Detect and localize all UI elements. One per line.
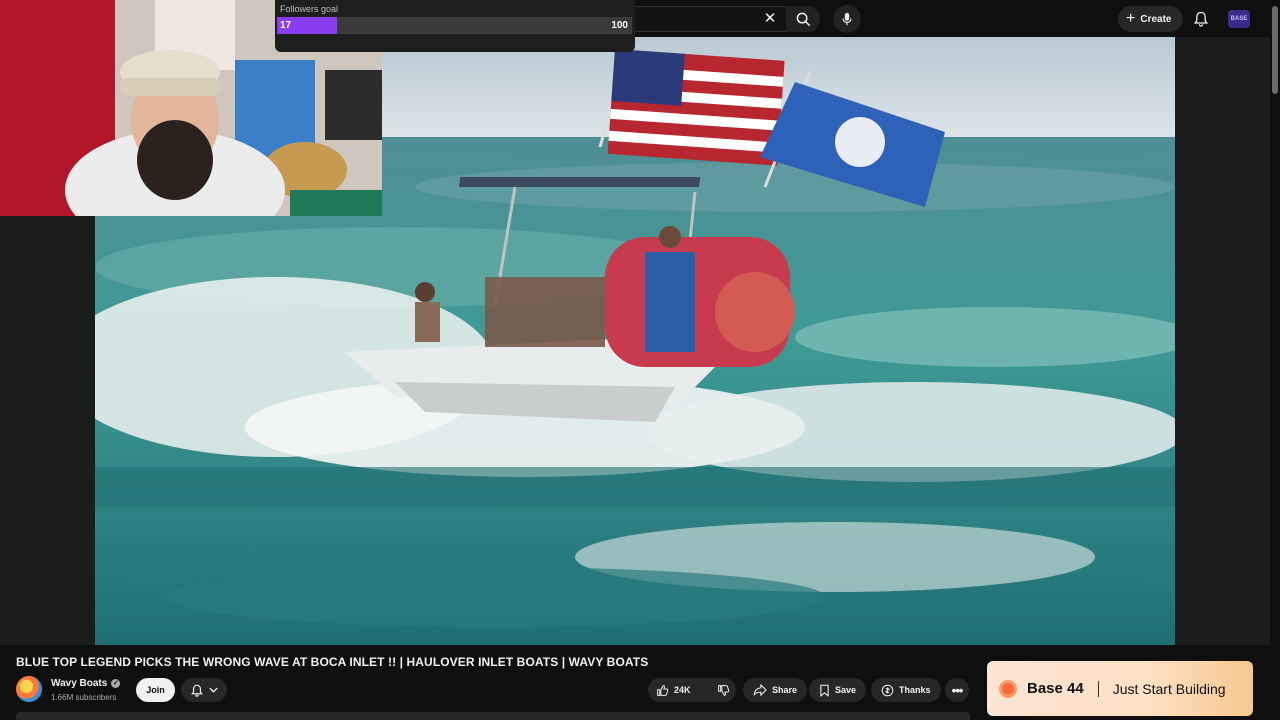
channel-name-text[interactable]: Wavy Boats (51, 678, 107, 689)
us-flag (607, 48, 785, 166)
page-scrollbar-thumb[interactable] (1272, 6, 1278, 94)
plus-icon: + (1126, 10, 1136, 27)
search-clear-icon[interactable]: ✕ (762, 9, 778, 29)
player-backdrop-right (1175, 37, 1270, 645)
followers-goal-bar (277, 17, 632, 34)
thumbs-down-icon (717, 684, 729, 696)
chevron-down-icon (208, 687, 218, 693)
brand-logo-icon (999, 679, 1017, 698)
ad-divider (1097, 680, 1099, 697)
notifications-button[interactable] (1191, 9, 1211, 29)
bell-icon (190, 684, 203, 697)
description-box[interactable] (16, 712, 970, 720)
thanks-button[interactable]: Thanks (871, 678, 941, 702)
followers-target: 100 (611, 20, 628, 31)
page-scrollbar (1270, 0, 1280, 720)
like-dislike-group: 24K (648, 678, 736, 702)
create-label: Create (1140, 13, 1172, 25)
followers-current: 17 (280, 20, 292, 31)
thumbs-up-icon (657, 684, 669, 696)
more-horizontal-icon: ••• (951, 682, 964, 698)
share-icon (753, 684, 767, 696)
bookmark-icon (820, 684, 829, 697)
like-button[interactable]: 24K (648, 678, 699, 702)
bell-icon (1194, 11, 1208, 27)
video-title: BLUE TOP LEGEND PICKS THE WRONG WAVE AT … (16, 655, 649, 669)
share-button[interactable]: Share (743, 678, 808, 702)
ad-tagline: Just Start Building (1112, 680, 1226, 697)
verified-icon: ✓ (111, 679, 121, 688)
save-label: Save (835, 685, 857, 695)
join-button[interactable]: Join (136, 678, 175, 702)
dislike-button[interactable] (709, 678, 738, 702)
subscription-notification-button[interactable] (181, 678, 227, 702)
share-label: Share (772, 685, 798, 695)
voice-search-button[interactable] (833, 5, 861, 33)
ad-brand: Base 44 (1027, 680, 1084, 697)
search-button[interactable] (786, 6, 820, 32)
save-button[interactable]: Save (809, 678, 867, 702)
channel-name[interactable]: Wavy Boats ✓ (51, 678, 121, 689)
mic-icon (842, 12, 852, 26)
search-icon (796, 12, 810, 26)
thanks-label: Thanks (899, 685, 931, 695)
thanks-icon (881, 684, 894, 696)
followers-goal-widget: Followers goal 17 100 (275, 0, 635, 52)
account-avatar[interactable]: BASE (1228, 10, 1250, 28)
subscriber-count: 1.66M subscribers (51, 693, 117, 702)
player-backdrop-left (0, 216, 95, 645)
create-button[interactable]: + Create (1118, 6, 1184, 32)
followers-goal-label: Followers goal (280, 4, 339, 14)
like-count: 24K (674, 685, 691, 695)
sponsored-banner[interactable]: Base 44 Just Start Building (987, 661, 1253, 716)
more-actions-button[interactable]: ••• (945, 678, 969, 702)
channel-avatar[interactable] (16, 676, 42, 702)
